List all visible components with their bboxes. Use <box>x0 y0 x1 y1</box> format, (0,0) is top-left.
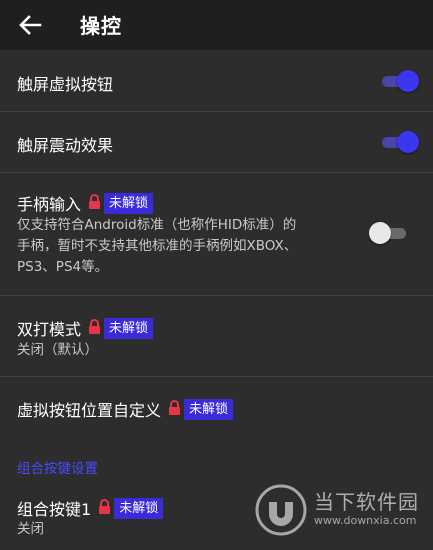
locked-badge: 未解锁 <box>184 398 234 420</box>
arrow-left-icon <box>19 15 42 35</box>
setting-title: 手柄输入 <box>17 195 82 214</box>
description-line: 手柄，暂时不支持其他标准的手柄例如XBOX、 <box>17 238 298 254</box>
gamepad-toggle[interactable] <box>369 220 409 246</box>
watermark-logo-icon <box>255 484 307 536</box>
setting-touch-virtual-buttons[interactable]: 触屏虚拟按钮 <box>0 51 433 111</box>
page-title: 操控 <box>80 14 122 38</box>
setting-title: 组合按键1 <box>17 500 92 519</box>
vibration-toggle[interactable] <box>379 129 419 155</box>
watermark: 当下软件园 www.downxia.com <box>250 482 430 542</box>
setting-title: 触屏震动效果 <box>17 136 114 155</box>
setting-custom-button-layout[interactable]: 虚拟按钮位置自定义 未解锁 <box>0 377 433 437</box>
locked-badge: 未解锁 <box>104 317 154 339</box>
watermark-brand: 当下软件园 <box>314 490 419 514</box>
setting-value: 关闭（默认） <box>17 342 98 358</box>
app-bar: 操控 <box>0 0 433 50</box>
locked-badge: 未解锁 <box>114 497 164 519</box>
setting-title: 虚拟按钮位置自定义 <box>17 401 162 420</box>
setting-two-player-mode[interactable]: 双打模式 未解锁 关闭（默认） <box>0 296 433 376</box>
touch-buttons-toggle[interactable] <box>379 68 419 94</box>
setting-title: 双打模式 <box>17 320 82 339</box>
locked-badge: 未解锁 <box>104 192 154 214</box>
lock-icon <box>89 319 101 334</box>
lock-icon <box>89 194 101 209</box>
setting-description: 仅支持符合Android标准（也称作HID标准）的 手柄，暂时不支持其他标准的手… <box>17 215 297 278</box>
description-line: 仅支持符合Android标准（也称作HID标准）的 <box>17 217 297 233</box>
setting-gamepad-input[interactable]: 手柄输入 未解锁 仅支持符合Android标准（也称作HID标准）的 手柄，暂时… <box>0 173 433 295</box>
setting-title-wrap: 虚拟按钮位置自定义 未解锁 <box>17 397 234 421</box>
setting-touch-vibration[interactable]: 触屏震动效果 <box>0 112 433 172</box>
setting-title-wrap: 手柄输入 未解锁 <box>17 191 154 215</box>
back-button[interactable] <box>16 11 44 39</box>
setting-title-wrap: 组合按键1 未解锁 <box>17 496 164 520</box>
section-header-combo-keys: 组合按键设置 <box>17 461 98 477</box>
lock-icon <box>99 499 111 514</box>
description-line: PS3、PS4等。 <box>17 259 109 275</box>
setting-title: 触屏虚拟按钮 <box>17 75 114 94</box>
watermark-url: www.downxia.com <box>314 514 417 527</box>
setting-title-wrap: 双打模式 未解锁 <box>17 316 154 340</box>
lock-icon <box>169 400 181 415</box>
setting-value: 关闭 <box>17 521 44 537</box>
